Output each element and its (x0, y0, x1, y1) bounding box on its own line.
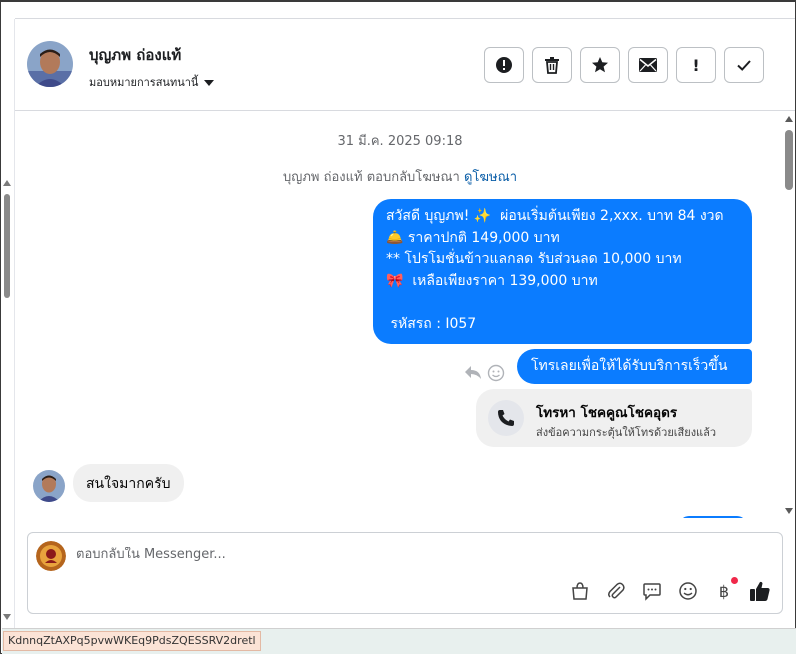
caret-down-icon (204, 79, 215, 86)
scroll-up-arrow-icon[interactable] (3, 180, 11, 186)
call-request-card[interactable]: โทรหา โชคคูณโชคอุดร ส่งข้อความกระตุ้นให้… (476, 389, 752, 447)
reply-icon[interactable] (464, 364, 482, 380)
emoji-icon (679, 582, 697, 600)
attach-button[interactable] (604, 579, 628, 603)
assign-label: มอบหมายการสนทนานี้ (89, 76, 199, 89)
reply-input[interactable] (76, 547, 576, 562)
exclamation-icon: ! (692, 55, 700, 75)
trash-icon (545, 57, 559, 74)
incoming-message-bubble[interactable]: สนใจมากครับ (73, 464, 184, 502)
follow-up-button[interactable]: ! (676, 47, 716, 83)
emoji-button[interactable] (676, 579, 700, 603)
browser-status-bar: KdnnqZtAXPq5pvwWKEq9PdsZQESSRV2dretl (2, 628, 796, 654)
outer-scrollbar[interactable] (2, 180, 12, 624)
quick-reply-bubble[interactable]: โทรเลยเพื่อให้ได้รับบริการเร็วขึ้น (517, 349, 752, 384)
alert-circle-icon (496, 57, 512, 73)
ad-reply-notice: บุญภพ ถ่องแท้ ตอบกลับโฆษณา ดูโฆษณา (15, 166, 783, 187)
scroll-down-arrow-icon[interactable] (785, 508, 793, 514)
call-card-subtitle: ส่งข้อความกระตุ้นให้โทรด้วยเสียงแล้ว (536, 426, 717, 439)
thumbs-up-icon (750, 581, 770, 601)
paperclip-icon (608, 582, 625, 599)
contact-name[interactable]: บุญภพ ถ่องแท้ (89, 43, 181, 67)
react-smiley-icon[interactable] (487, 364, 505, 382)
contact-avatar[interactable] (27, 41, 73, 87)
contact-avatar-small[interactable] (33, 470, 65, 502)
notification-dot (731, 577, 738, 584)
payment-button[interactable]: ฿ (712, 577, 738, 603)
conversation-header: บุญภพ ถ่องแท้ มอบหมายการสนทนานี้ ! (15, 19, 795, 111)
scroll-up-arrow-icon[interactable] (785, 116, 793, 122)
baht-icon: ฿ (718, 581, 730, 601)
shopping-bag-button[interactable] (568, 579, 592, 603)
star-icon (592, 57, 608, 73)
like-button[interactable] (748, 579, 772, 603)
message-composer: ฿ (27, 532, 783, 614)
envelope-icon (639, 58, 657, 72)
thread-scrollbar[interactable] (782, 114, 796, 518)
done-button[interactable] (724, 47, 764, 83)
view-ad-link[interactable]: ดูโฆษณา (464, 170, 517, 185)
scrollbar-thumb[interactable] (4, 194, 10, 298)
outgoing-message-bubble[interactable]: สวัสดี บุญภพ! ✨ ผ่อนเริ่มต้นเพียง 2,xxx.… (373, 199, 752, 344)
shopping-bag-icon (572, 582, 588, 600)
status-url: KdnnqZtAXPq5pvwWKEq9PdsZQESSRV2dretl (3, 631, 261, 651)
page-avatar (36, 541, 66, 571)
message-timestamp: 31 มี.ค. 2025 09:18 (337, 134, 463, 149)
composer-toolbar: ฿ (568, 577, 772, 603)
phone-icon-wrap (488, 400, 524, 436)
message-thread[interactable]: 31 มี.ค. 2025 09:18 บุญภพ ถ่องแท้ ตอบกลั… (15, 112, 783, 518)
scroll-down-arrow-icon[interactable] (3, 614, 11, 620)
saved-reply-button[interactable] (640, 579, 664, 603)
scrollbar-thumb[interactable] (785, 130, 793, 190)
delete-button[interactable] (532, 47, 572, 83)
star-button[interactable] (580, 47, 620, 83)
outgoing-message-bubble-partial[interactable] (679, 516, 747, 518)
spam-button[interactable] (484, 47, 524, 83)
inbox-window: บุญภพ ถ่องแท้ มอบหมายการสนทนานี้ ! 31 มี… (0, 0, 796, 654)
conversation-actions: ! (484, 47, 764, 83)
saved-reply-icon (643, 583, 661, 601)
call-card-title: โทรหา โชคคูณโชคอุดร (536, 405, 678, 421)
assign-conversation-dropdown[interactable]: มอบหมายการสนทนานี้ (89, 73, 215, 91)
mark-unread-button[interactable] (628, 47, 668, 83)
checkmark-icon (737, 60, 751, 71)
phone-icon (498, 410, 514, 426)
ad-reply-text: บุญภพ ถ่องแท้ ตอบกลับโฆษณา (282, 170, 460, 185)
